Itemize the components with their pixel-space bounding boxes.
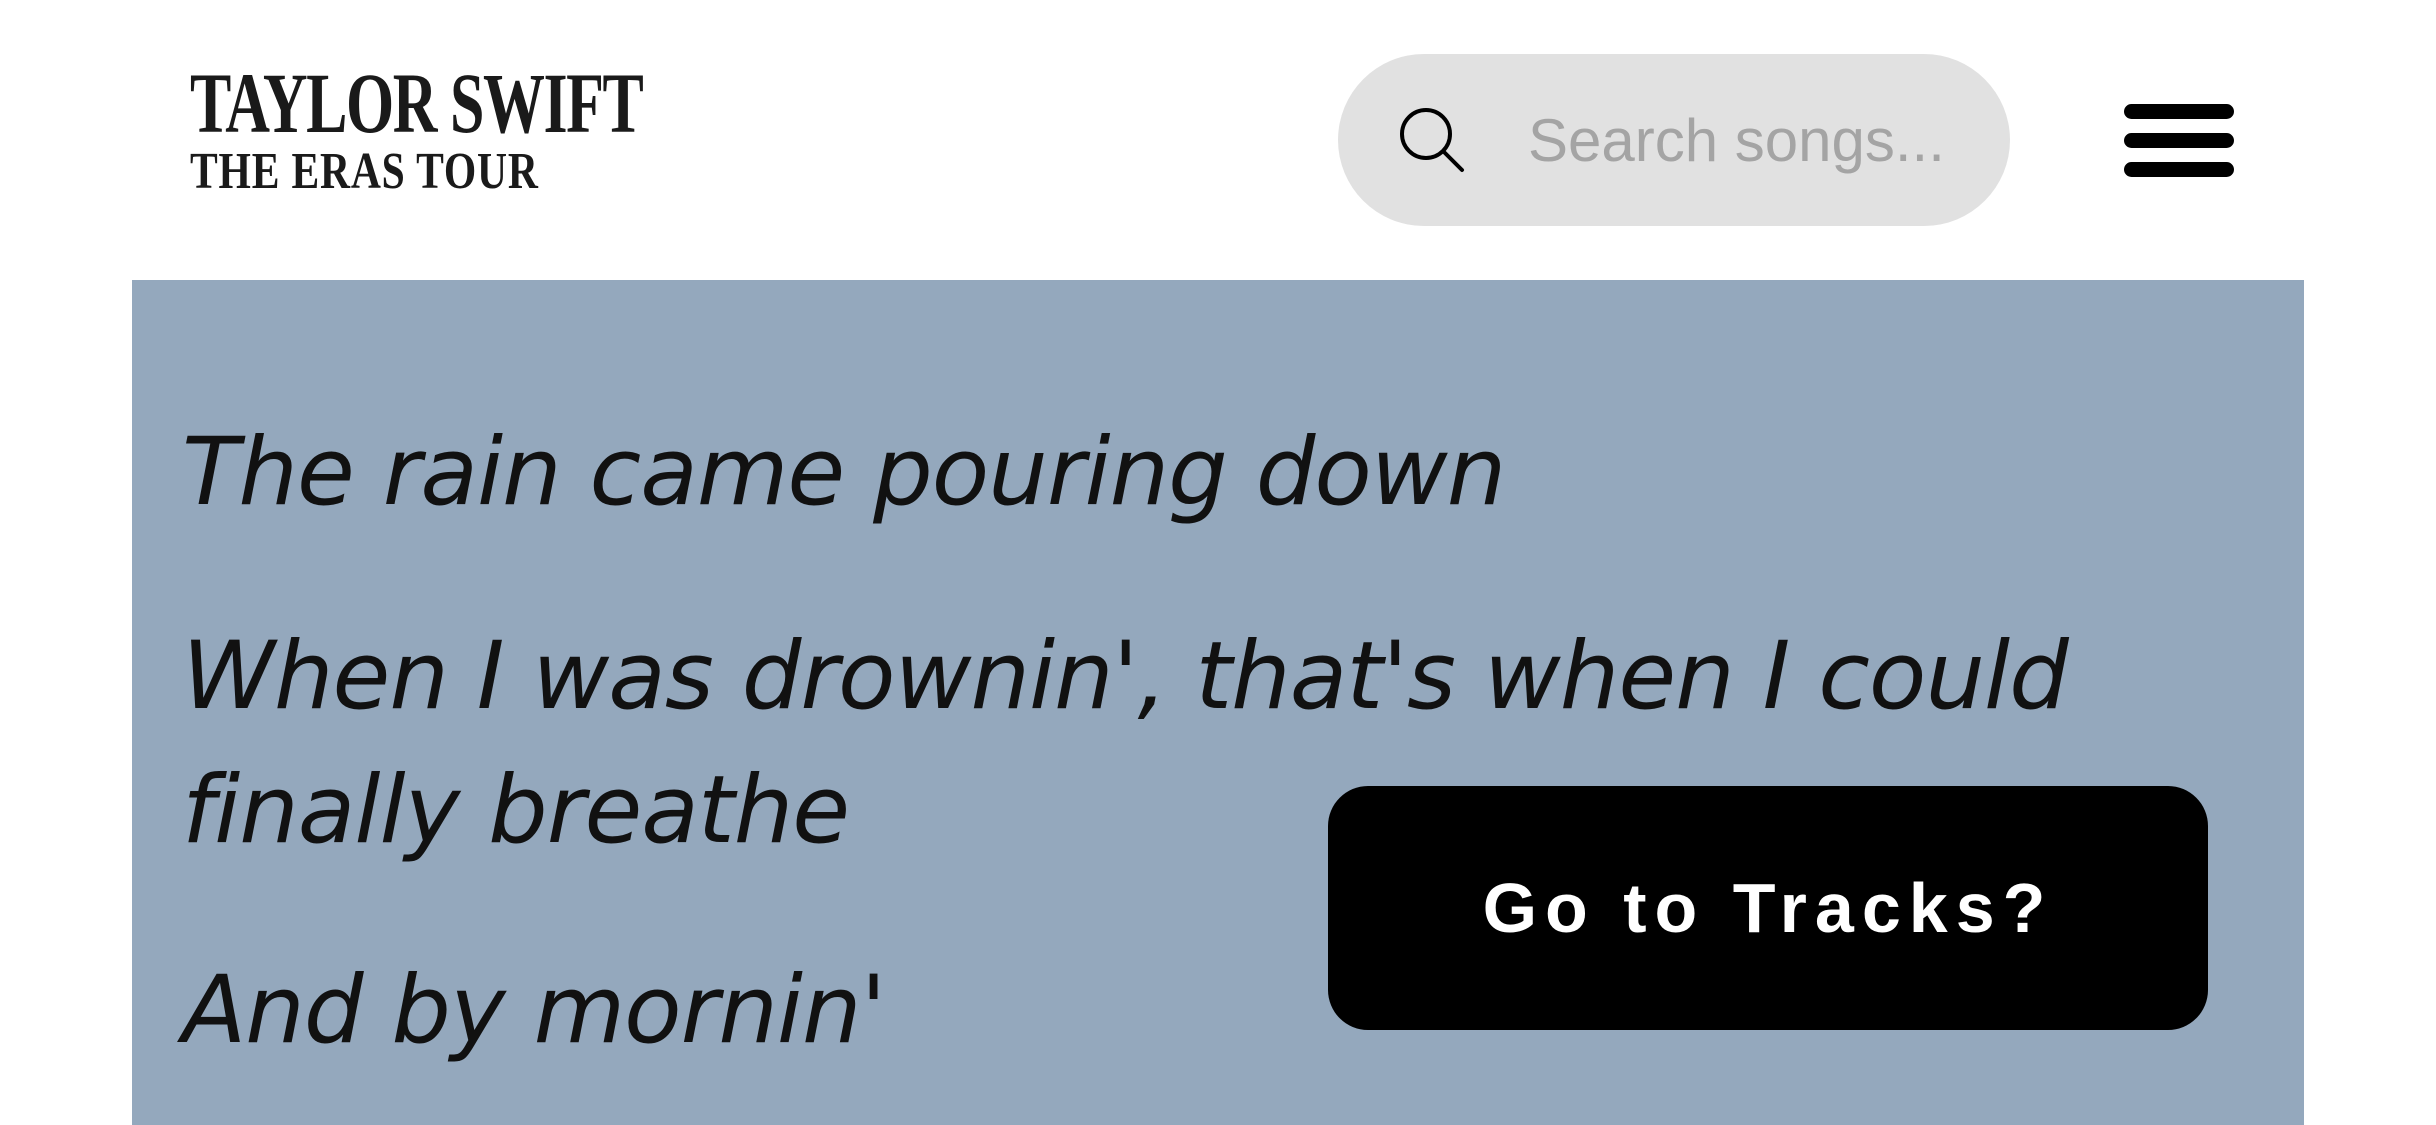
logo[interactable]: TAYLOR SWIFT THE ERAS TOUR	[190, 55, 644, 200]
go-to-tracks-button[interactable]: Go to Tracks?	[1328, 786, 2208, 1030]
logo-title: TAYLOR SWIFT	[190, 55, 644, 151]
hamburger-menu-icon[interactable]	[2118, 96, 2238, 186]
site-header: TAYLOR SWIFT THE ERAS TOUR	[0, 0, 2436, 280]
menu-bar-top	[2124, 104, 2234, 119]
logo-subtitle: THE ERAS TOUR	[190, 143, 539, 200]
menu-bar-bottom	[2124, 162, 2234, 177]
search-bar[interactable]	[1338, 54, 2010, 226]
menu-bar-middle	[2124, 133, 2234, 148]
search-icon	[1400, 108, 1464, 172]
search-input[interactable]	[1528, 100, 1968, 180]
lyric-line: The rain came pouring down	[182, 418, 1506, 527]
